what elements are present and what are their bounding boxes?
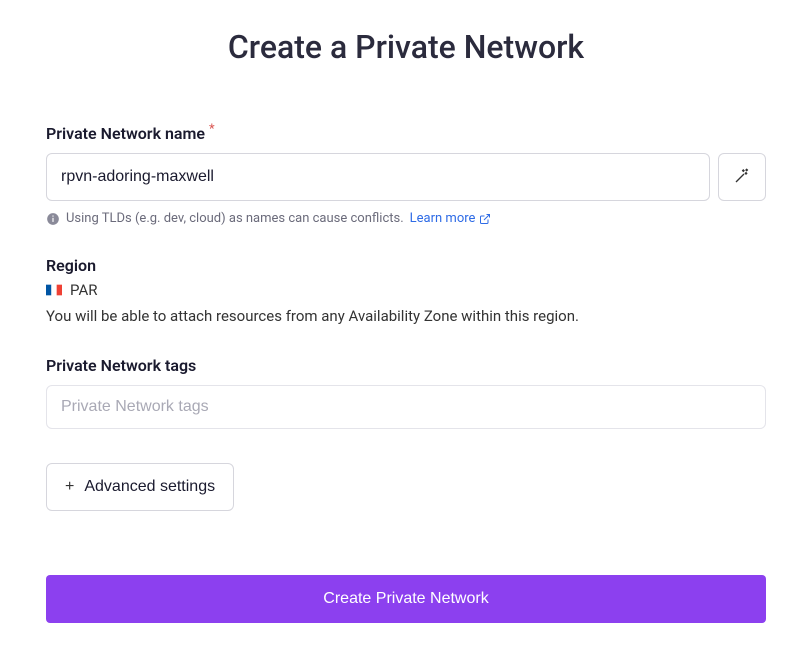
- tags-field-group: Private Network tags: [46, 356, 766, 429]
- name-label: Private Network name: [46, 124, 205, 143]
- name-field-group: Private Network name * Using TLDs (e.g. …: [46, 124, 766, 226]
- region-group: Region PAR You will be able to attach re…: [46, 256, 766, 328]
- required-indicator: *: [209, 122, 215, 137]
- name-label-row: Private Network name *: [46, 124, 766, 143]
- private-network-name-input[interactable]: [46, 153, 710, 201]
- region-description: You will be able to attach resources fro…: [46, 305, 766, 328]
- plus-icon: +: [65, 478, 74, 496]
- region-code: PAR: [70, 281, 97, 299]
- external-link-icon: [479, 213, 491, 225]
- tags-label: Private Network tags: [46, 356, 196, 375]
- name-hint-row: Using TLDs (e.g. dev, cloud) as names ca…: [46, 211, 766, 226]
- name-hint-text: Using TLDs (e.g. dev, cloud) as names ca…: [66, 211, 404, 226]
- learn-more-text: Learn more: [410, 211, 476, 226]
- region-label: Region: [46, 256, 766, 275]
- advanced-settings-button[interactable]: + Advanced settings: [46, 463, 234, 511]
- private-network-tags-input[interactable]: [46, 385, 766, 429]
- tags-label-row: Private Network tags: [46, 356, 766, 375]
- generate-name-button[interactable]: [718, 153, 766, 201]
- info-icon: [46, 212, 60, 226]
- advanced-settings-label: Advanced settings: [84, 478, 215, 496]
- learn-more-link[interactable]: Learn more: [410, 211, 492, 226]
- name-input-row: [46, 153, 766, 201]
- page-title: Create a Private Network: [46, 28, 766, 66]
- magic-wand-icon: [734, 168, 750, 187]
- france-flag-icon: [46, 284, 62, 296]
- region-value-row: PAR: [46, 281, 766, 299]
- create-private-network-button[interactable]: Create Private Network: [46, 575, 766, 623]
